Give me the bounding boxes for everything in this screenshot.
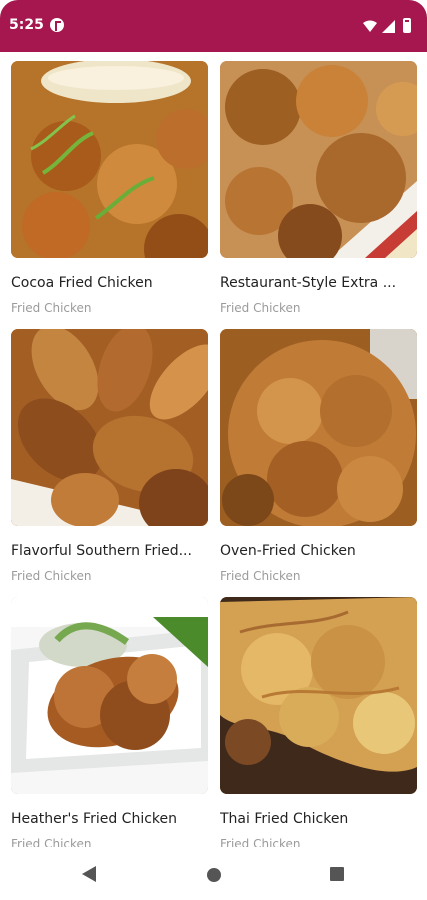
status-time: 5:25 [9,17,44,33]
cell-signal-icon [382,20,395,33]
recipe-card[interactable]: Cocoa Fried Chicken Fried Chicken [11,61,208,329]
recipe-title: Thai Fried Chicken [220,811,349,827]
recipe-grid: Cocoa Fried Chicken Fried Chicken Restau… [0,52,427,851]
fried-chicken-image-icon [220,597,417,794]
fried-chicken-image-icon [220,61,417,258]
recipe-category: Fried Chicken [11,569,92,583]
wifi-icon [363,20,377,32]
recipe-card[interactable]: Oven-Fried Chicken Fried Chicken [220,329,417,597]
circle-home-icon[interactable] [207,868,221,882]
recipe-card[interactable]: Flavorful Southern Fried... Fried Chicke… [11,329,208,597]
status-bar: 5:25 [0,0,427,52]
recipe-title: Restaurant-Style Extra ... [220,275,397,291]
fried-chicken-image-icon [11,597,208,794]
fried-chicken-image-icon [220,329,417,526]
recipe-title: Heather's Fried Chicken [11,811,178,827]
recipe-category: Fried Chicken [220,301,301,315]
android-navigation-bar [0,847,427,900]
recipe-title: Flavorful Southern Fried... [11,543,192,559]
recipe-category: Fried Chicken [11,301,92,315]
recipe-title: Oven-Fried Chicken [220,543,356,559]
square-recents-icon[interactable] [330,867,344,881]
recipe-card[interactable]: Thai Fried Chicken Fried Chicken [220,597,417,865]
recipe-category: Fried Chicken [220,569,301,583]
recipe-card[interactable]: Heather's Fried Chicken Fried Chicken [11,597,208,865]
recipe-image[interactable] [11,329,208,526]
recipe-image[interactable] [11,597,208,794]
triangle-back-icon[interactable] [82,866,96,882]
recipe-title: Cocoa Fried Chicken [11,275,153,291]
recipe-image[interactable] [11,61,208,258]
recipe-card[interactable]: Restaurant-Style Extra ... Fried Chicken [220,61,417,329]
recipe-image[interactable] [220,597,417,794]
battery-icon [403,18,411,33]
fried-chicken-image-icon [11,61,208,258]
recipe-image[interactable] [220,329,417,526]
status-icons [363,18,419,34]
recipe-image[interactable] [220,61,417,258]
notification-app-icon [50,18,64,32]
fried-chicken-image-icon [11,329,208,526]
